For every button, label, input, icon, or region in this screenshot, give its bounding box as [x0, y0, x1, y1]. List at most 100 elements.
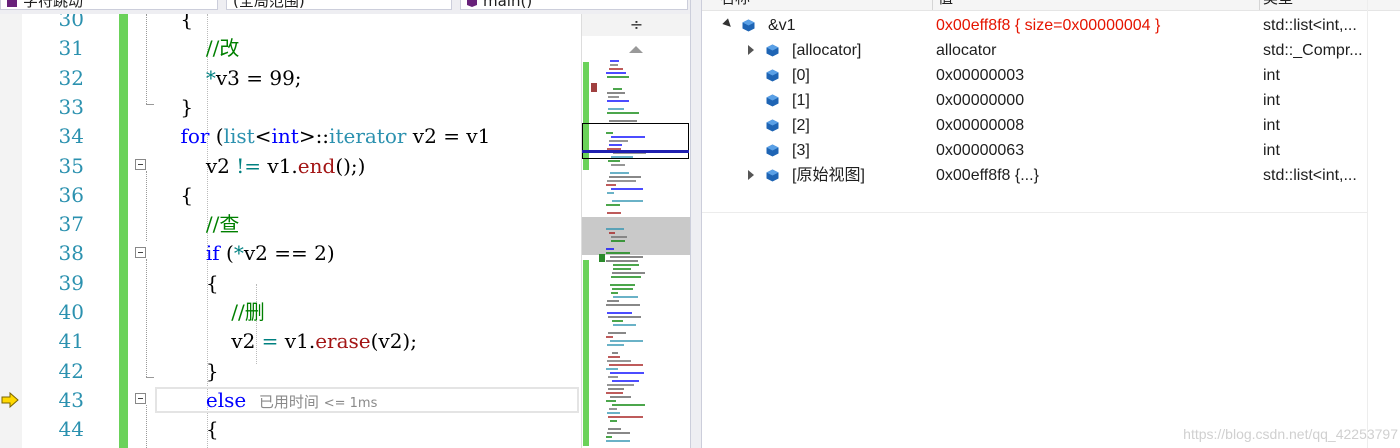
breakpoint-marker	[591, 83, 597, 92]
watch-value[interactable]: allocator	[936, 38, 1258, 63]
minimap-code-stroke	[610, 172, 629, 174]
minimap-code-stroke	[609, 68, 623, 70]
minimap-code-stroke	[608, 332, 626, 334]
code-token: v2	[155, 153, 237, 178]
code-line[interactable]: 43 else 已用时间 <= 1ms	[0, 386, 581, 415]
minimap-code-stroke	[610, 340, 643, 342]
scroll-map-viewport[interactable]	[582, 217, 690, 255]
elapsed-time-value[interactable]: <= 1ms	[324, 396, 378, 411]
code-line[interactable]: 42 }	[0, 357, 581, 386]
scroll-map[interactable]: ÷	[581, 14, 691, 448]
watermark: https://blog.csdn.net/qq_42253797	[1183, 426, 1398, 442]
code-text[interactable]: *v3 = 99;	[155, 64, 302, 93]
column-resizer[interactable]	[1259, 0, 1260, 10]
code-token: v2 = v1	[406, 124, 491, 149]
code-text[interactable]: //改	[155, 34, 239, 63]
minimap-code-stroke	[608, 108, 624, 110]
code-text[interactable]: v2 != v1.end();)	[155, 152, 366, 181]
code-text[interactable]: for (list<int>::iterator v2 = v1	[155, 122, 490, 151]
code-token: }	[155, 358, 219, 383]
minimap-code-stroke	[607, 92, 625, 94]
watch-row[interactable]: [3] 0x00000063 int	[702, 138, 1367, 163]
code-text[interactable]: if (*v2 == 2)	[155, 239, 335, 268]
scope-dropdown[interactable]: (全局范围)	[226, 0, 452, 10]
code-line[interactable]: 37 //查	[0, 210, 581, 239]
minimap-code-stroke	[609, 176, 641, 178]
code-line[interactable]: 35 v2 != v1.end();)	[0, 152, 581, 181]
code-text[interactable]: else 已用时间 <= 1ms	[155, 386, 377, 418]
scroll-up-arrow-icon[interactable]	[629, 46, 643, 53]
code-text[interactable]: {	[155, 181, 193, 210]
watch-row[interactable]: &v1 0x00eff8f8 { size=0x00000004 } std::…	[702, 13, 1367, 38]
minimap-code-stroke	[606, 252, 630, 254]
split-icon: ÷	[629, 15, 644, 34]
minimap-code-stroke	[613, 296, 638, 298]
code-text[interactable]: //查	[155, 210, 239, 239]
code-line[interactable]: 31 //改	[0, 34, 581, 63]
watch-name: [3]	[792, 142, 810, 159]
elapsed-time-label: 已用时间	[258, 392, 319, 411]
minimap-code-stroke	[606, 436, 612, 438]
code-line[interactable]: 38 if (*v2 == 2)	[0, 239, 581, 268]
watch-row[interactable]: [0] 0x00000003 int	[702, 63, 1367, 88]
watch-name: [2]	[792, 117, 810, 134]
watch-row[interactable]: [1] 0x00000000 int	[702, 88, 1367, 113]
code-text[interactable]: {	[155, 415, 219, 444]
watch-value[interactable]: 0x00000008	[936, 113, 1258, 138]
code-line[interactable]: 33 }	[0, 93, 581, 122]
watch-value[interactable]: 0x00000003	[936, 63, 1258, 88]
variable-icon	[766, 119, 779, 132]
column-resizer[interactable]	[932, 0, 933, 10]
expand-arrow-icon[interactable]	[748, 170, 754, 180]
collapse-arrow-icon[interactable]	[722, 18, 734, 30]
watch-row[interactable]: [原始视图] 0x00eff8f8 {...} std::list<int,..…	[702, 163, 1367, 188]
watch-row[interactable]: [allocator] allocator std::_Compr...	[702, 38, 1367, 63]
pane-splitter[interactable]	[690, 0, 702, 448]
code-token: (	[219, 241, 234, 266]
code-text[interactable]: }	[155, 357, 219, 386]
code-token: {	[155, 270, 219, 295]
code-text[interactable]: //删	[155, 298, 264, 327]
minimap-code-stroke	[607, 76, 629, 78]
watch-value[interactable]: 0x00000063	[936, 138, 1258, 163]
code-editor[interactable]: 30 {31 //改 32 *v3 = 99; 33 } 34 for (list<i…	[0, 14, 581, 448]
project-dropdown[interactable]: 字符跳动	[0, 0, 218, 10]
line-number: 32	[58, 65, 84, 90]
member-dropdown[interactable]: main()	[460, 0, 688, 10]
method-icon	[467, 0, 477, 7]
minimap-code-stroke	[611, 240, 625, 242]
column-name-header[interactable]: 名称	[720, 0, 750, 10]
code-line[interactable]: 32 *v3 = 99;	[0, 64, 581, 93]
code-line[interactable]: 40 //删	[0, 298, 581, 327]
watch-value[interactable]: 0x00eff8f8 {...}	[936, 163, 1258, 188]
change-marker	[599, 254, 605, 262]
code-line[interactable]: 39 {	[0, 269, 581, 298]
code-line[interactable]: 34 for (list<int>::iterator v2 = v1	[0, 122, 581, 151]
watch-type: int	[1263, 117, 1280, 134]
watch-value-text: 0x00eff8f8 { size=0x00000004 }	[936, 17, 1161, 34]
minimap-code-stroke	[606, 400, 616, 402]
expand-arrow-icon[interactable]	[748, 45, 754, 55]
watch-name: [0]	[792, 67, 810, 84]
column-type-header[interactable]: 类型	[1263, 0, 1293, 10]
split-window-button[interactable]: ÷	[582, 14, 691, 36]
watch-value[interactable]: 0x00000000	[936, 88, 1258, 113]
minimap-code-stroke	[610, 256, 643, 258]
code-line[interactable]: 36 {	[0, 181, 581, 210]
line-number: 37	[58, 212, 84, 237]
change-marker	[583, 260, 589, 446]
column-value-header[interactable]: 值	[938, 0, 953, 10]
watch-add-item-row[interactable]	[702, 212, 1367, 213]
code-text[interactable]: {	[155, 269, 219, 298]
code-line[interactable]: 44 {	[0, 415, 581, 444]
code-line[interactable]: 30 {	[0, 14, 581, 34]
code-text[interactable]: {	[155, 14, 193, 34]
code-text[interactable]: v2 = v1.erase(v2);	[155, 327, 417, 356]
watch-row[interactable]: [2] 0x00000008 int	[702, 113, 1367, 138]
code-line[interactable]: 41 v2 = v1.erase(v2);	[0, 327, 581, 356]
watch-value[interactable]: 0x00eff8f8 { size=0x00000004 }	[936, 13, 1258, 38]
minimap-code-stroke	[613, 264, 639, 266]
code-text[interactable]: }	[155, 93, 193, 122]
